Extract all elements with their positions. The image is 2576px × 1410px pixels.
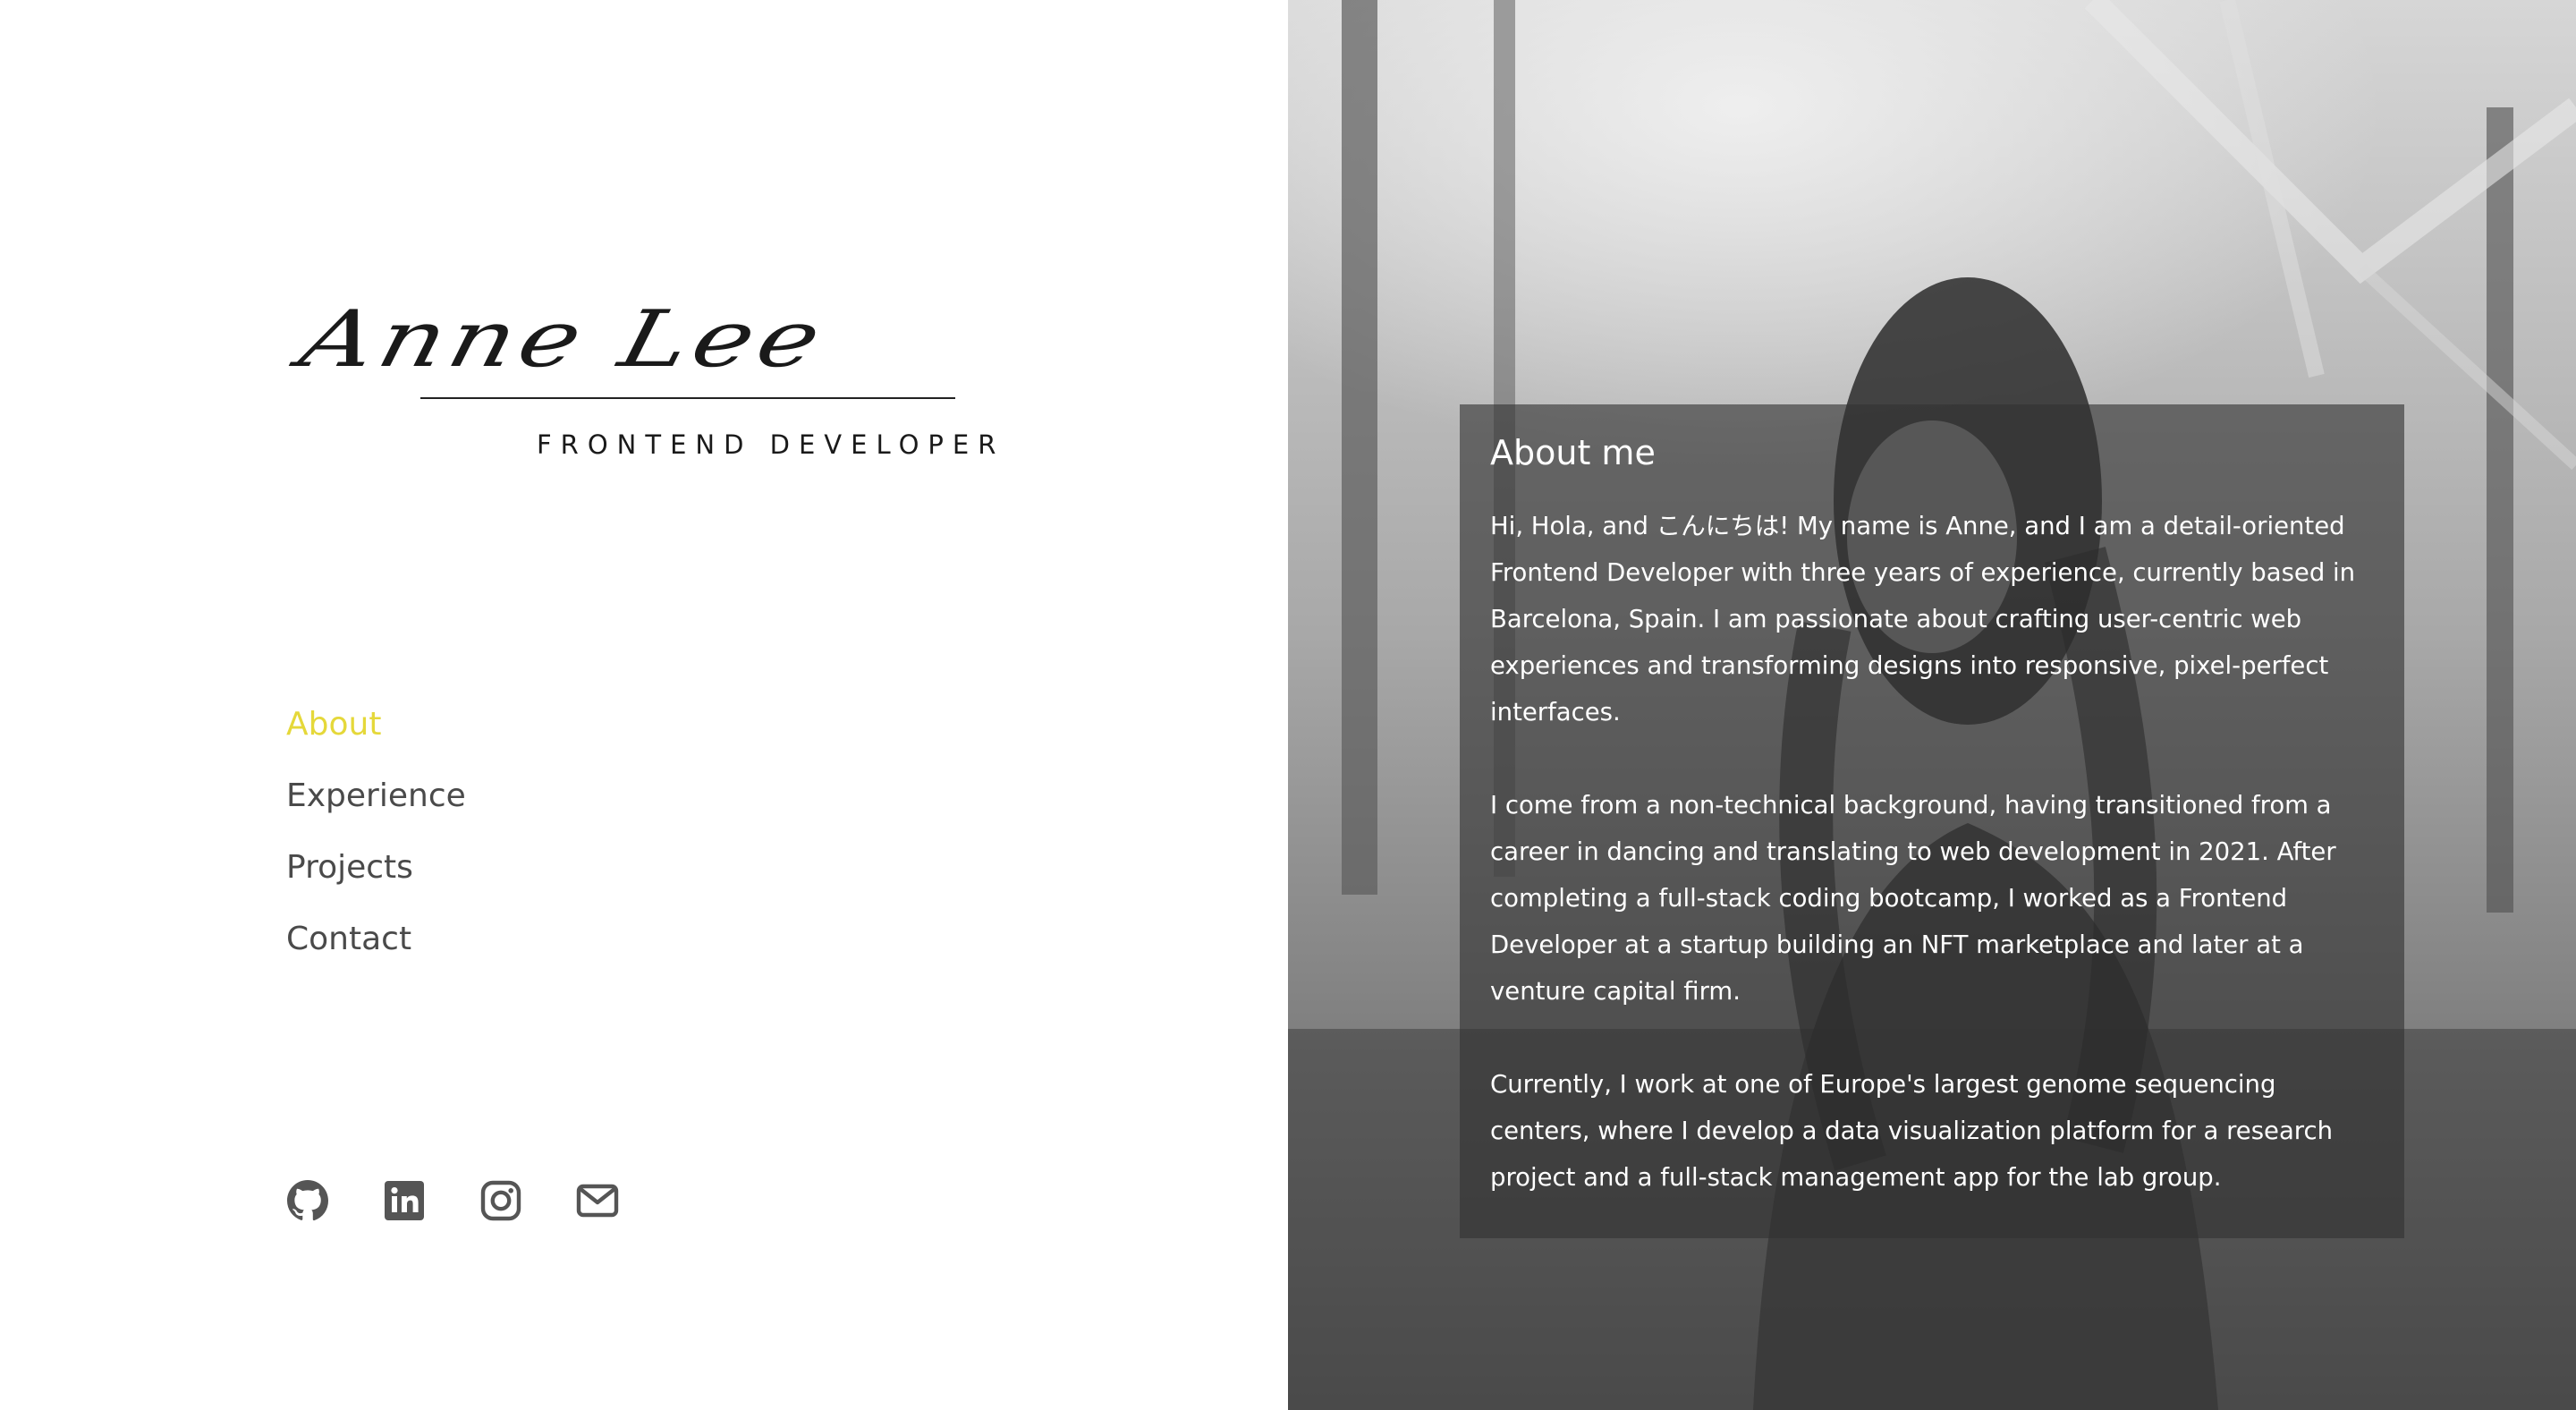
page: Anne Lee FRONTEND DEVELOPER About Experi…: [0, 0, 2576, 1410]
signature-text: Anne Lee: [292, 293, 835, 385]
about-card: About me Hi, Hola, and こんにちは! My name is…: [1460, 404, 2404, 1238]
instagram-icon[interactable]: [479, 1179, 522, 1222]
main-nav: About Experience Projects Contact: [286, 689, 466, 975]
signature-underline: [420, 397, 955, 399]
nav-item-about[interactable]: About: [286, 689, 466, 760]
signature-logo[interactable]: Anne Lee: [292, 268, 835, 385]
about-paragraph: I come from a non-technical background, …: [1490, 791, 2336, 1006]
left-panel: Anne Lee FRONTEND DEVELOPER About Experi…: [0, 0, 1288, 1410]
nav-item-experience[interactable]: Experience: [286, 760, 466, 832]
linkedin-icon[interactable]: [383, 1179, 426, 1222]
mail-icon[interactable]: [576, 1179, 619, 1222]
nav-item-projects[interactable]: Projects: [286, 832, 466, 904]
github-icon[interactable]: [286, 1179, 329, 1222]
about-paragraph: Currently, I work at one of Europe's lar…: [1490, 1070, 2334, 1192]
about-paragraph: Hi, Hola, and こんにちは! My name is Anne, an…: [1490, 512, 2356, 726]
about-title: About me: [1490, 433, 1656, 472]
nav-item-contact[interactable]: Contact: [286, 904, 466, 975]
social-links: [286, 1179, 673, 1222]
right-panel: About me Hi, Hola, and こんにちは! My name is…: [1288, 0, 2576, 1410]
role-subtitle: FRONTEND DEVELOPER: [537, 429, 1005, 460]
